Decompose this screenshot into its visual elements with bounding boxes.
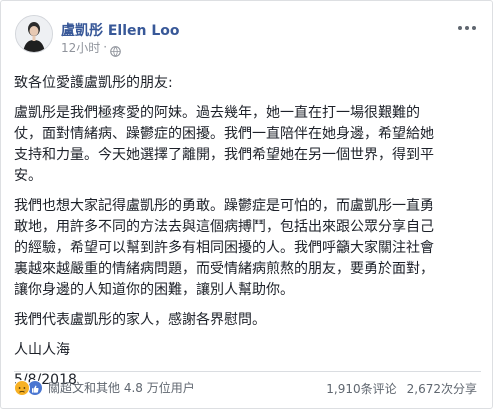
post-card: 盧凱彤 Ellen Loo 12小时 · 致各位愛護盧凱彤的朋友: 盧凱彤是我們… [0,0,493,409]
post-paragraph: 我們代表盧凱彤的家人，感謝各界慰問。 [14,312,266,328]
post-stats: 1,910条评论 2,672次分享 [326,380,477,397]
sad-icon [14,379,30,396]
post-paragraph: 致各位愛護盧凱彤的朋友: [14,75,173,91]
post-footer: 關超文和其他 4.8 万位用户 1,910条评论 2,672次分享 [14,371,481,398]
more-options-icon[interactable] [456,23,478,33]
shares-count[interactable]: 2,672次分享 [407,380,477,397]
post-header: 盧凱彤 Ellen Loo 12小时 · [15,15,480,59]
reactions-text: 關超文和其他 4.8 万位用户 [48,381,195,395]
avatar-photo [16,16,52,52]
timestamp[interactable]: 12小时 [61,39,100,56]
post-body: 致各位愛護盧凱彤的朋友: 盧凱彤是我們極疼愛的阿妹。過去幾年，她一直在打一場很艱… [14,73,481,400]
post-signature: 人山人海 [14,342,70,358]
author-name[interactable]: 盧凱彤 Ellen Loo [61,20,180,40]
reactions-summary[interactable]: 關超文和其他 4.8 万位用户 [14,379,195,396]
avatar[interactable] [15,15,53,53]
post-paragraph: 盧凱彤是我們極疼愛的阿妹。過去幾年，她一直在打一場很艱難的 仗，面對情緒病、躁鬱… [14,105,434,184]
comments-count[interactable]: 1,910条评论 [326,380,396,397]
globe-icon[interactable] [110,42,121,57]
post-meta: 12小时 · [61,39,121,57]
post-paragraph: 我們也想大家記得盧凱彤的勇敢。躁鬱症是可怕的，而盧凱彤一直勇 敢地，用許多不同的… [14,198,434,298]
meta-separator: · [103,40,108,54]
